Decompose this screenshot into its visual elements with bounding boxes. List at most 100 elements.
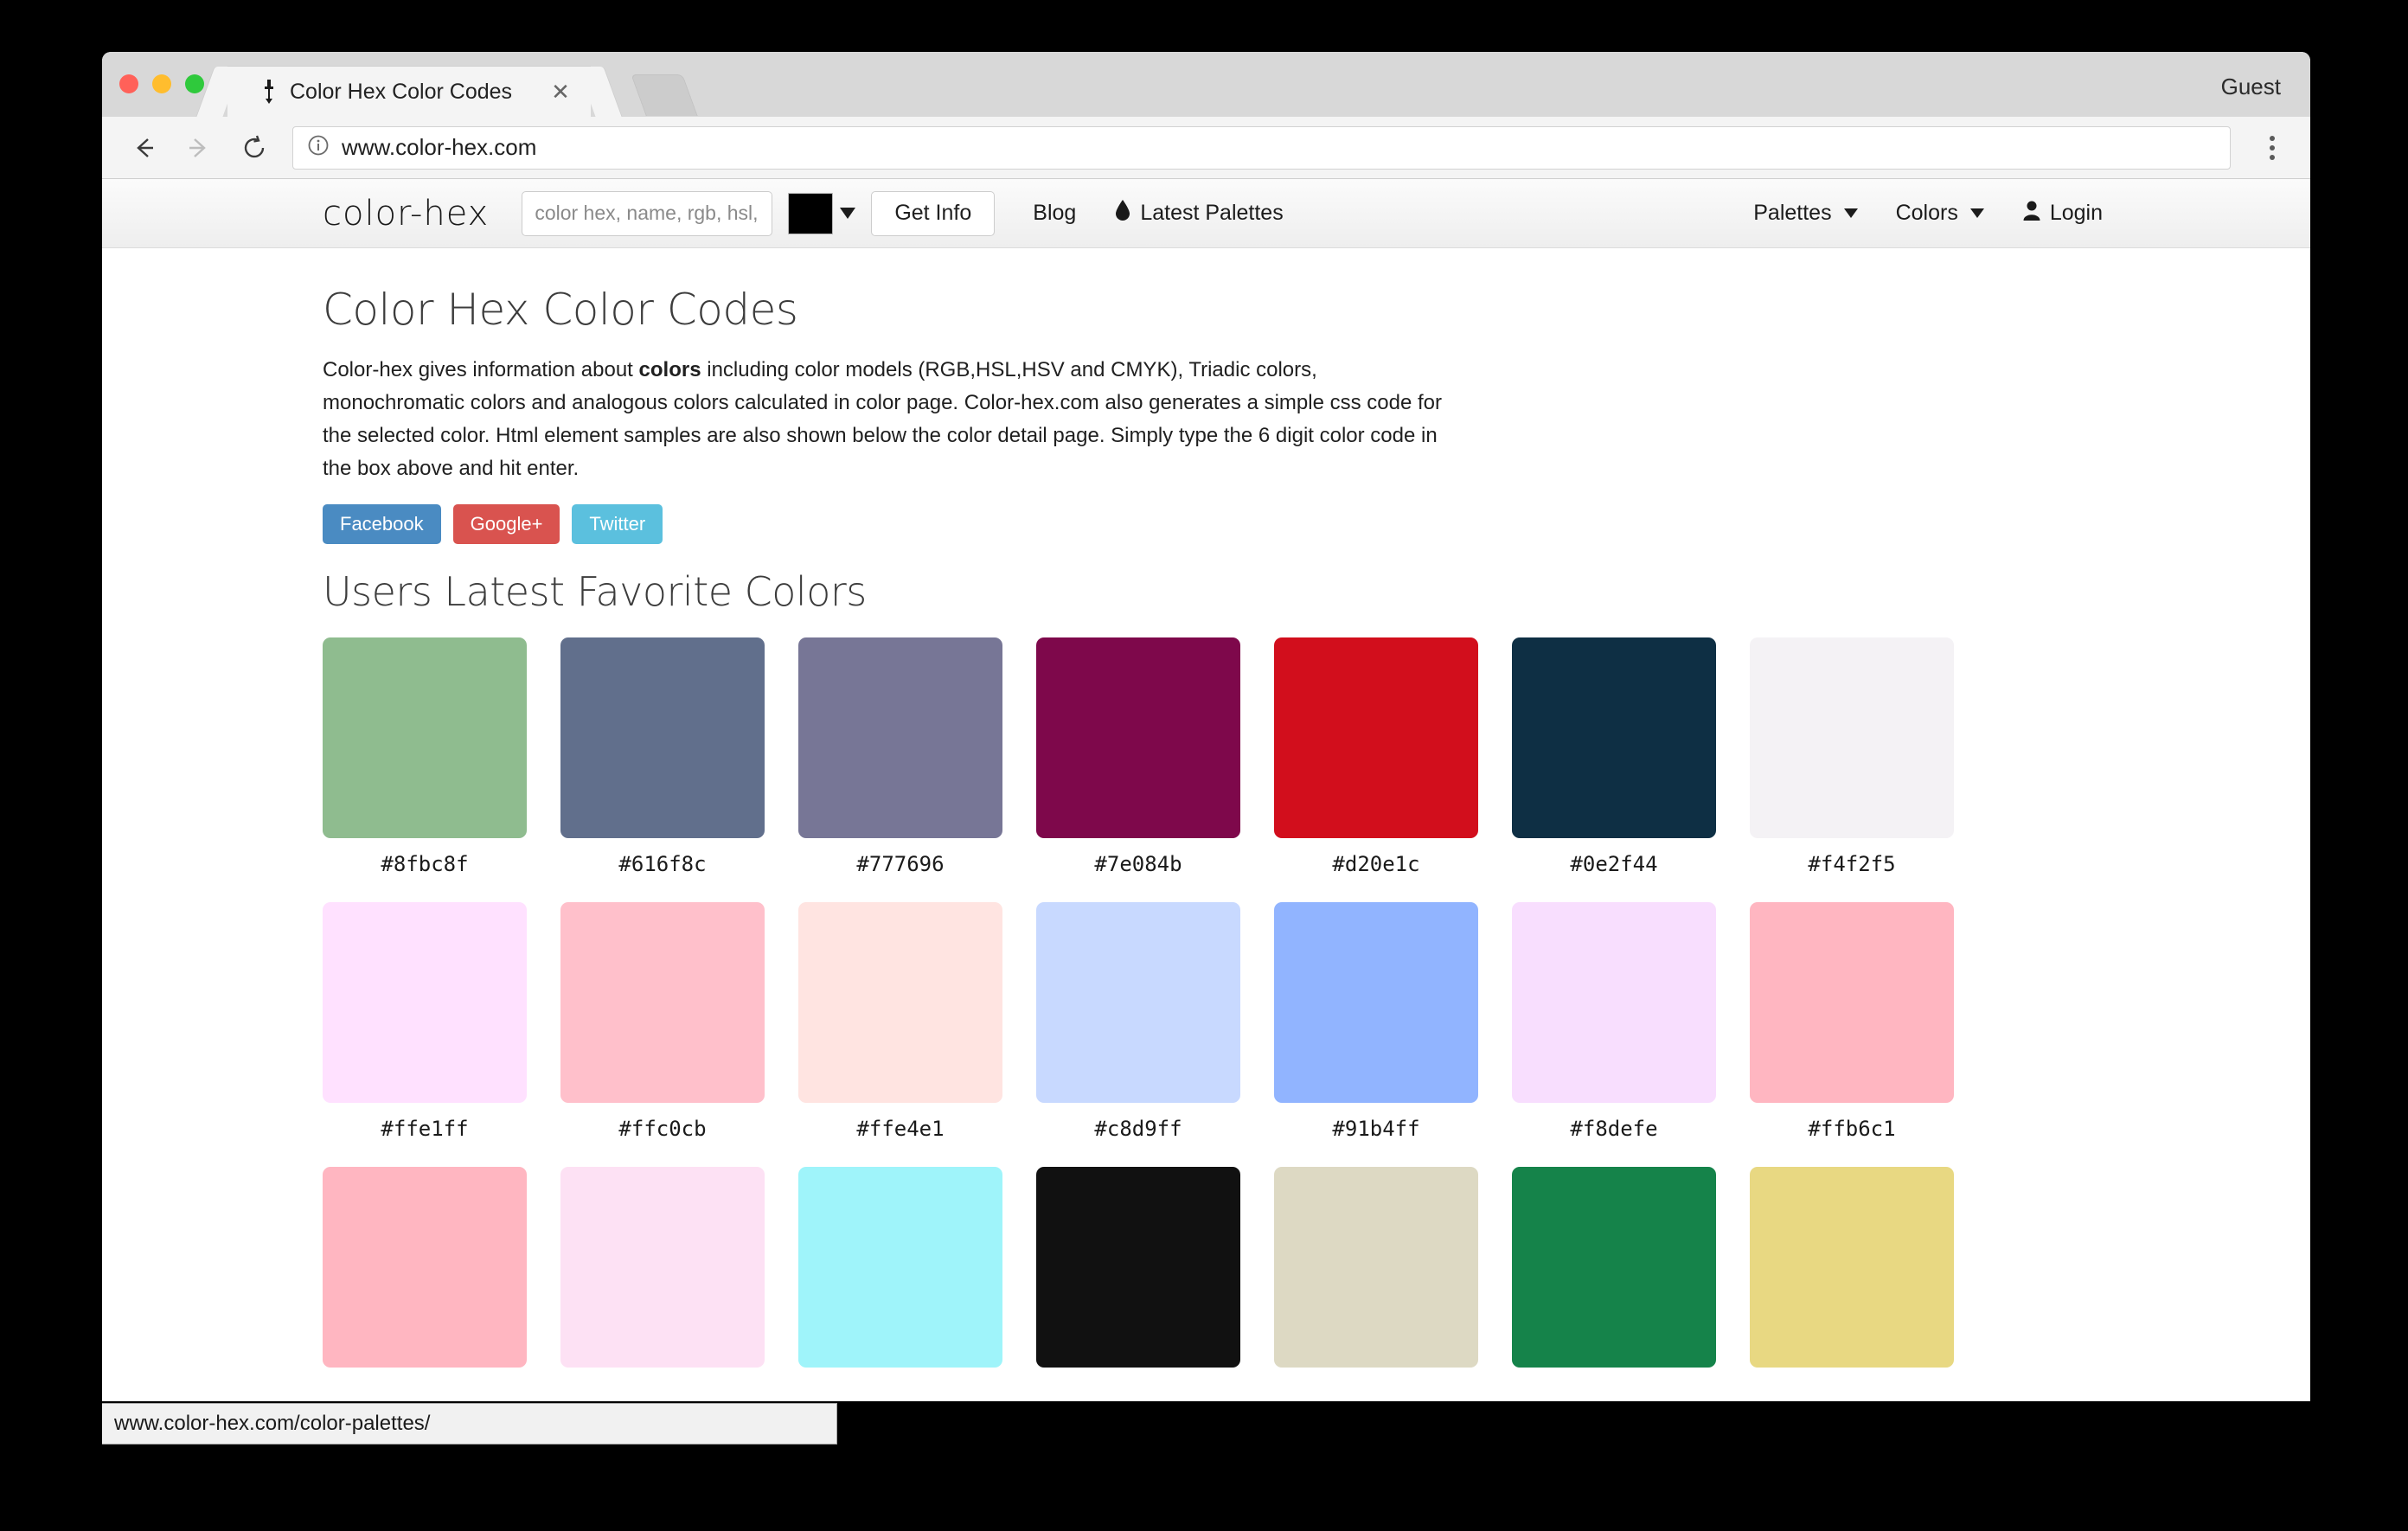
color-swatch-chip[interactable] xyxy=(1274,1167,1478,1368)
color-search-input[interactable] xyxy=(522,191,772,236)
forward-arrow-icon[interactable] xyxy=(176,125,221,170)
color-swatch-label xyxy=(560,1368,765,1400)
address-bar[interactable]: www.color-hex.com xyxy=(292,126,2231,170)
color-swatch-chip[interactable] xyxy=(1036,1167,1240,1368)
three-dot-menu-icon[interactable] xyxy=(2246,125,2298,170)
chevron-down-icon xyxy=(1844,208,1858,218)
nav-item-blog[interactable]: Blog xyxy=(1033,201,1076,226)
color-swatch-label: #8fbc8f xyxy=(323,838,527,902)
color-swatch-label: #ffc0cb xyxy=(560,1103,765,1167)
favorite-colors-grid: #8fbc8f #616f8c#777696 #7e084b #d20e1c #0e2f… xyxy=(323,637,1955,1400)
color-swatch-chip[interactable] xyxy=(1274,637,1478,838)
color-swatch-cell[interactable]: #616f8c xyxy=(560,637,765,902)
color-swatch-cell[interactable] xyxy=(1036,1167,1240,1400)
color-preview-swatch[interactable] xyxy=(788,193,833,234)
link-status-bubble: www.color-hex.com/color-palettes/ xyxy=(102,1403,837,1445)
color-swatch-chip[interactable] xyxy=(560,902,765,1103)
color-swatch-label: #d20e1c xyxy=(1274,838,1478,902)
color-preview-picker[interactable] xyxy=(788,193,855,234)
color-swatch-label: #91b4ff xyxy=(1274,1103,1478,1167)
intro-paragraph: Color-hex gives information about colors… xyxy=(323,354,1443,485)
color-swatch-cell[interactable]: #ffe1ff xyxy=(323,902,527,1167)
color-swatch-label: #ffe1ff xyxy=(323,1103,527,1167)
color-swatch-cell[interactable]: #777696 xyxy=(798,637,1002,902)
color-swatch-cell[interactable]: #f8defe xyxy=(1512,902,1716,1167)
color-swatch-cell[interactable] xyxy=(323,1167,527,1400)
nav-item-login[interactable]: Login xyxy=(2022,199,2103,227)
color-swatch-chip[interactable] xyxy=(1274,902,1478,1103)
nav-item-login-label: Login xyxy=(2050,201,2103,226)
chevron-down-icon xyxy=(1970,208,1984,218)
color-swatch-chip[interactable] xyxy=(798,637,1002,838)
color-swatch-chip[interactable] xyxy=(323,637,527,838)
color-swatch-chip[interactable] xyxy=(1750,637,1954,838)
color-swatch-cell[interactable] xyxy=(798,1167,1002,1400)
navbar-right-group: Palettes Colors Login xyxy=(1715,199,2103,227)
color-swatch-label: #7e084b xyxy=(1036,838,1240,902)
intro-bold-colors: colors xyxy=(639,358,701,381)
minimize-window-button[interactable] xyxy=(152,74,171,93)
color-swatch-cell[interactable]: #ffb6c1 xyxy=(1750,902,1954,1167)
color-swatch-cell[interactable]: #91b4ff xyxy=(1274,902,1478,1167)
social-share-buttons: Facebook Google+ Twitter xyxy=(323,504,2310,544)
reload-icon[interactable] xyxy=(232,125,277,170)
color-swatch-label xyxy=(1274,1368,1478,1400)
color-swatch-chip[interactable] xyxy=(798,1167,1002,1368)
get-info-button[interactable]: Get Info xyxy=(871,191,995,236)
color-swatch-chip[interactable] xyxy=(560,637,765,838)
browser-tab-active[interactable]: Color Hex Color Codes ✕ xyxy=(227,66,591,117)
nav-item-colors[interactable]: Colors xyxy=(1896,201,1984,226)
color-swatch-cell[interactable] xyxy=(1512,1167,1716,1400)
social-share-google-button[interactable]: Google+ xyxy=(453,504,560,544)
color-swatch-cell[interactable] xyxy=(560,1167,765,1400)
color-swatch-cell[interactable]: #0e2f44 xyxy=(1512,637,1716,902)
color-swatch-cell[interactable]: #c8d9ff xyxy=(1036,902,1240,1167)
nav-item-palettes-label: Palettes xyxy=(1753,201,1831,226)
color-swatch-chip[interactable] xyxy=(1512,902,1716,1103)
nav-item-palettes[interactable]: Palettes xyxy=(1753,201,1857,226)
site-navbar: color-hex Get Info Blog Latest Palettes … xyxy=(102,179,2310,248)
chevron-down-icon[interactable] xyxy=(840,208,855,219)
tab-strip: Color Hex Color Codes ✕ Guest xyxy=(102,52,2310,117)
social-share-twitter-button[interactable]: Twitter xyxy=(572,504,663,544)
color-swatch-label: #f4f2f5 xyxy=(1750,838,1954,902)
color-swatch-chip[interactable] xyxy=(1750,902,1954,1103)
color-swatch-cell[interactable]: #ffc0cb xyxy=(560,902,765,1167)
maximize-window-button[interactable] xyxy=(185,74,204,93)
color-swatch-chip[interactable] xyxy=(1036,637,1240,838)
nav-item-latest-palettes[interactable]: Latest Palettes xyxy=(1114,199,1283,227)
browser-window: Color Hex Color Codes ✕ Guest xyxy=(102,52,2310,1401)
color-swatch-chip[interactable] xyxy=(798,902,1002,1103)
profile-label[interactable]: Guest xyxy=(2221,74,2281,100)
person-icon xyxy=(2022,199,2041,227)
color-swatch-cell[interactable]: #f4f2f5 xyxy=(1750,637,1954,902)
color-swatch-label xyxy=(798,1368,1002,1400)
back-arrow-icon[interactable] xyxy=(121,125,166,170)
color-swatch-chip[interactable] xyxy=(1750,1167,1954,1368)
social-share-facebook-button[interactable]: Facebook xyxy=(323,504,441,544)
color-swatch-cell[interactable]: #7e084b xyxy=(1036,637,1240,902)
close-window-button[interactable] xyxy=(119,74,138,93)
color-swatch-chip[interactable] xyxy=(1036,902,1240,1103)
nav-item-colors-label: Colors xyxy=(1896,201,1958,226)
color-swatch-cell[interactable]: #ffe4e1 xyxy=(798,902,1002,1167)
info-circle-icon[interactable] xyxy=(307,134,330,161)
color-swatch-chip[interactable] xyxy=(560,1167,765,1368)
color-swatch-cell[interactable] xyxy=(1274,1167,1478,1400)
close-icon[interactable]: ✕ xyxy=(549,80,572,103)
site-logo[interactable]: color-hex xyxy=(323,194,489,234)
color-swatch-label: #c8d9ff xyxy=(1036,1103,1240,1167)
color-swatch-chip[interactable] xyxy=(1512,637,1716,838)
color-swatch-cell[interactable]: #d20e1c xyxy=(1274,637,1478,902)
new-tab-button[interactable] xyxy=(631,74,697,116)
color-swatch-cell[interactable] xyxy=(1750,1167,1954,1400)
nav-item-blog-label: Blog xyxy=(1033,201,1076,226)
color-swatch-label: #f8defe xyxy=(1512,1103,1716,1167)
color-swatch-chip[interactable] xyxy=(323,902,527,1103)
color-swatch-cell[interactable]: #8fbc8f xyxy=(323,637,527,902)
color-swatch-label: #0e2f44 xyxy=(1512,838,1716,902)
intro-prefix: Color-hex gives information about xyxy=(323,358,639,381)
color-swatch-chip[interactable] xyxy=(1512,1167,1716,1368)
droplet-icon xyxy=(1114,199,1131,227)
color-swatch-chip[interactable] xyxy=(323,1167,527,1368)
